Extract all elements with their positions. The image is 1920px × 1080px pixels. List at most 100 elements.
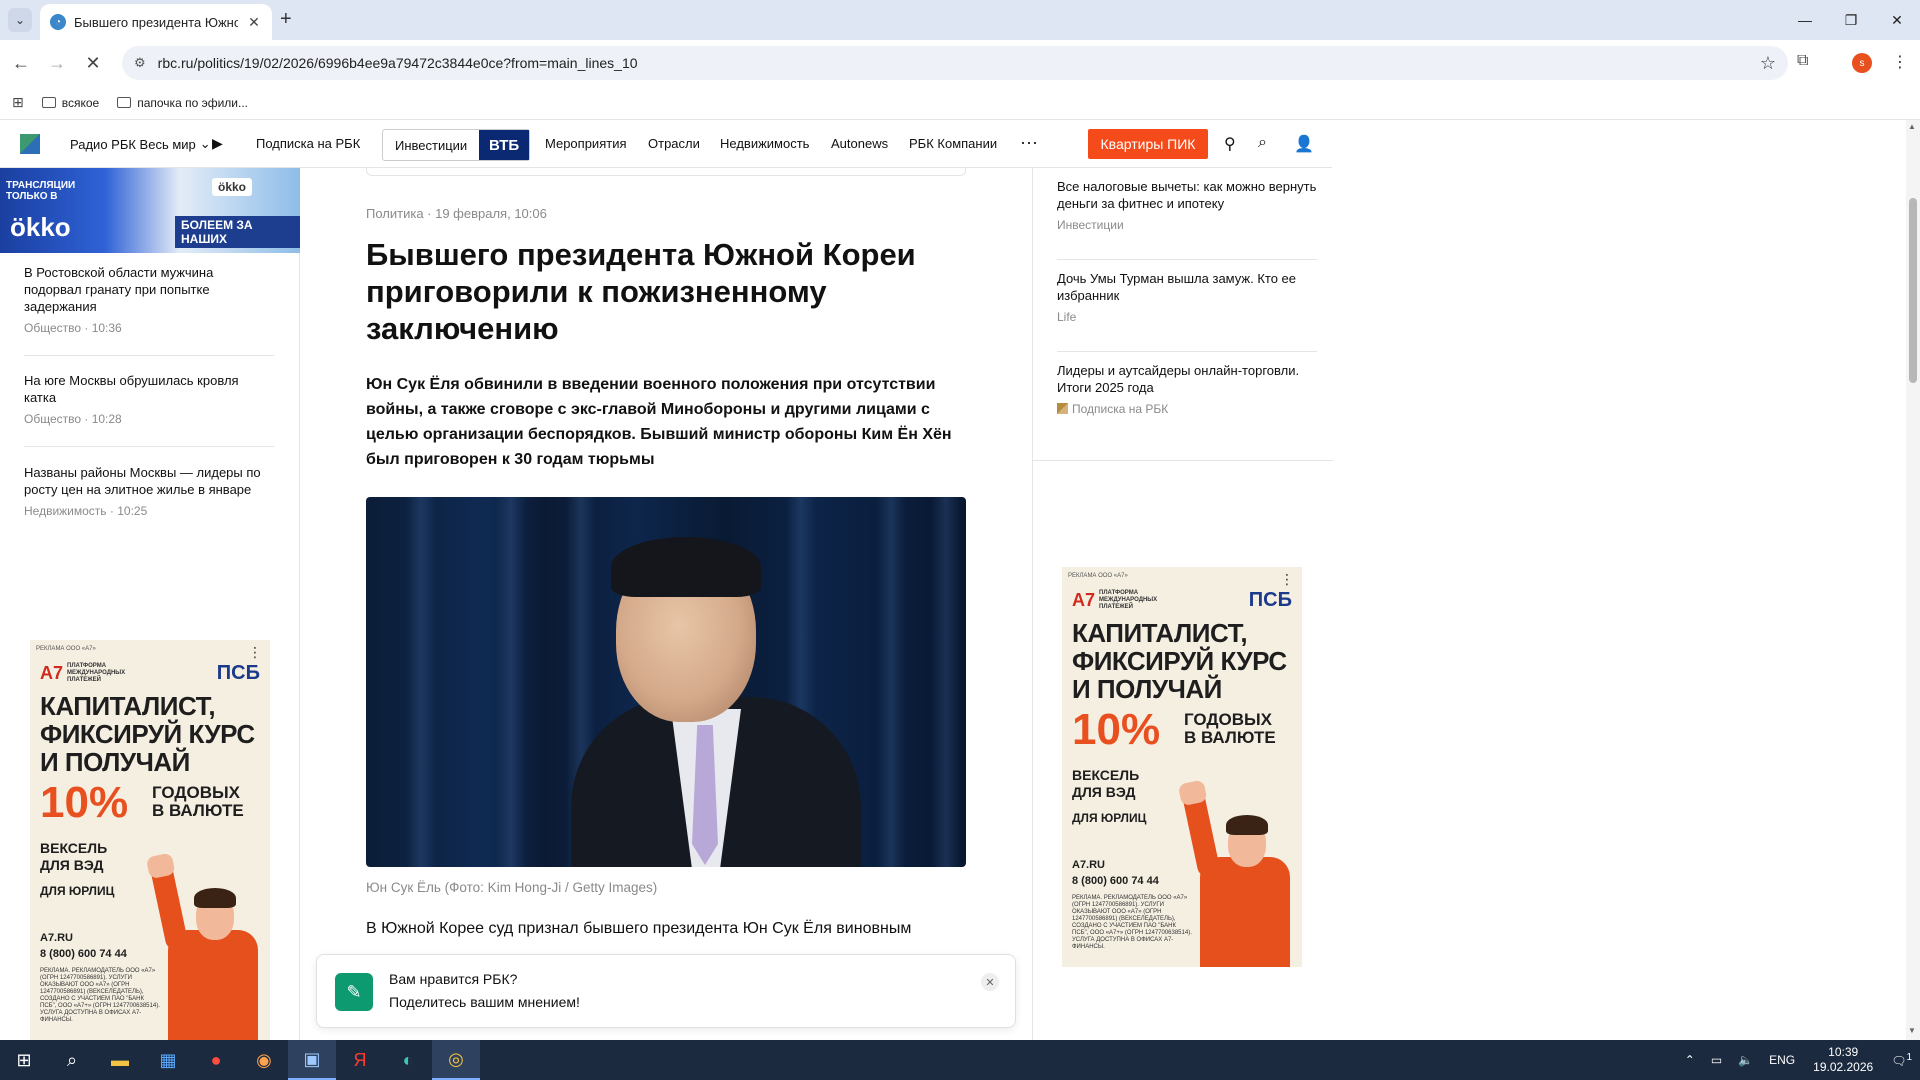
back-button[interactable]: ← bbox=[10, 52, 32, 74]
windows-taskbar: ⊞ ⌕ ▬ ▦ ● ◉ ▣ Я ◐ ◎ ⌃ ▭ 🔈 ENG 10:39 19.0… bbox=[0, 1040, 1920, 1080]
web-page: Радио РБК Весь мир ⌄ ▶ Подписка на РБК И… bbox=[0, 120, 1906, 1040]
more-icon[interactable]: ··· bbox=[1020, 132, 1038, 153]
system-tray: ⌃ ▭ 🔈 ENG 10:39 19.02.2026 🗨1 bbox=[1677, 1040, 1920, 1080]
nav-link-realty[interactable]: Недвижимость bbox=[720, 136, 809, 151]
news-item[interactable]: Все налоговые вычеты: как можно вернуть … bbox=[1057, 178, 1317, 232]
network-icon[interactable]: ▭ bbox=[1703, 1053, 1730, 1067]
url-text[interactable]: rbc.ru/politics/19/02/2026/6996b4ee9a794… bbox=[158, 55, 1760, 71]
okko-slogan: БОЛЕЕМ ЗА НАШИХ bbox=[175, 216, 300, 248]
stop-loading-button[interactable]: ✕ bbox=[82, 52, 104, 74]
yandex-browser-icon[interactable]: ● bbox=[192, 1040, 240, 1080]
ad-illustration bbox=[1177, 779, 1300, 967]
divider bbox=[1057, 351, 1317, 352]
ad-percent-tail: ГОДОВЫХ В ВАЛЮТЕ bbox=[152, 783, 244, 820]
site-header: Радио РБК Весь мир ⌄ ▶ Подписка на РБК И… bbox=[0, 120, 1332, 168]
app-icon-orange[interactable]: ◉ bbox=[240, 1040, 288, 1080]
divider bbox=[1057, 259, 1317, 260]
forward-button[interactable]: → bbox=[46, 52, 68, 74]
browser-tabbar: ⌄ ◔ Бывшего президента Южной ✕ + — ❐ ✕ bbox=[0, 0, 1920, 40]
ad-menu-icon[interactable]: ⋮ bbox=[248, 644, 262, 661]
ad-logos: А7 ПЛАТФОРМА МЕЖДУНАРОДНЫХ ПЛАТЕЖЕЙ ПСБ bbox=[1072, 589, 1292, 612]
language-indicator[interactable]: ENG bbox=[1761, 1053, 1803, 1067]
minimize-button[interactable]: — bbox=[1782, 0, 1828, 40]
browser-tab-active[interactable]: ◔ Бывшего президента Южной ✕ bbox=[40, 4, 272, 40]
address-bar[interactable]: ⚙ rbc.ru/politics/19/02/2026/6996b4ee9a7… bbox=[122, 46, 1788, 80]
volume-icon[interactable]: 🔈 bbox=[1730, 1053, 1761, 1067]
article-lead: Юн Сук Ёля обвинили в введении военного … bbox=[366, 376, 952, 468]
new-tab-button[interactable]: + bbox=[280, 9, 292, 29]
chrome-icon[interactable]: ◎ bbox=[432, 1040, 480, 1080]
file-explorer-icon[interactable]: ▬ bbox=[96, 1040, 144, 1080]
close-tab-icon[interactable]: ✕ bbox=[246, 14, 262, 31]
advertisement-right[interactable]: РЕКЛАМА ООО «А7» ⋮ А7 ПЛАТФОРМА МЕЖДУНАРО… bbox=[1062, 567, 1302, 967]
rbc-logo-icon[interactable] bbox=[20, 134, 40, 154]
browser-menu-icon[interactable]: ⋮ bbox=[1892, 52, 1908, 72]
ad-site: А7.RU bbox=[1072, 859, 1106, 871]
news-meta: Общество · 10:36 bbox=[24, 321, 122, 335]
nav-link-autonews[interactable]: Autonews bbox=[831, 136, 888, 151]
search-icon[interactable]: ⌕ bbox=[1258, 134, 1267, 152]
tab-title: Бывшего президента Южной bbox=[74, 14, 238, 30]
news-item[interactable]: В Ростовской области мужчина подорвал гр… bbox=[24, 264, 274, 335]
feedback-popup[interactable]: ✎ Вам нравится РБК? Поделитесь вашим мне… bbox=[316, 954, 1016, 1028]
site-info-icon[interactable]: ⚙ bbox=[134, 55, 146, 71]
radio-dropdown[interactable]: Радио РБК Весь мир ⌄ bbox=[70, 136, 211, 152]
pik-button[interactable]: Квартиры ПИК bbox=[1088, 129, 1208, 159]
tab-search-button[interactable]: ⌄ bbox=[8, 8, 32, 32]
extensions-icon[interactable]: ⧉ bbox=[1797, 52, 1808, 70]
start-windows-icon[interactable]: ⊞ bbox=[0, 1040, 48, 1080]
search-icon[interactable]: ⌕ bbox=[48, 1040, 96, 1080]
close-window-button[interactable]: ✕ bbox=[1874, 0, 1920, 40]
chevron-up-icon[interactable]: ⌃ bbox=[1677, 1053, 1703, 1067]
rbc-subscription-icon bbox=[1057, 403, 1068, 414]
scrollbar-thumb[interactable] bbox=[1909, 198, 1917, 383]
news-title: Лидеры и аутсайдеры онлайн-торговли. Ито… bbox=[1057, 363, 1300, 395]
advertisement-left[interactable]: РЕКЛАМА ООО «А7» ⋮ А7 ПЛАТФОРМА МЕЖДУНАРО… bbox=[30, 640, 270, 1040]
play-icon[interactable]: ▶ bbox=[212, 135, 223, 152]
ad-phone: 8 (800) 600 74 44 bbox=[40, 948, 127, 960]
photo-caption: Юн Сук Ёль (Фото: Kim Hong-Ji / Getty Im… bbox=[366, 880, 658, 895]
scroll-up-icon[interactable]: ▲ bbox=[1908, 122, 1916, 131]
okko-logo: ökko bbox=[10, 212, 71, 242]
location-pin-icon[interactable]: ⚲ bbox=[1224, 134, 1236, 154]
news-title: На юге Москвы обрушилась кровля катка bbox=[24, 373, 239, 405]
clock-date: 19.02.2026 bbox=[1813, 1060, 1874, 1074]
clock[interactable]: 10:39 19.02.2026 bbox=[1803, 1045, 1883, 1075]
investments-vtb-link[interactable]: Инвестиции ВТБ bbox=[382, 129, 530, 161]
ad-legal: РЕКЛАМА. РЕКЛАМОДАТЕЛЬ ООО «А7» (ОГРН 12… bbox=[1072, 895, 1192, 950]
okko-banner[interactable]: ТРАНСЛЯЦИИ ТОЛЬКО В ökko ökko БОЛЕЕМ ЗА … bbox=[0, 168, 300, 253]
chat-icon: ✎ bbox=[335, 973, 373, 1011]
apps-grid-icon[interactable]: ⊞ bbox=[12, 94, 24, 111]
restore-button[interactable]: ❐ bbox=[1828, 0, 1874, 40]
news-item[interactable]: Дочь Умы Турман вышла замуж. Кто ее избр… bbox=[1057, 270, 1317, 324]
app-icon-active[interactable]: ▣ bbox=[288, 1040, 336, 1080]
notifications-icon[interactable]: 🗨1 bbox=[1883, 1052, 1920, 1068]
nav-link-events[interactable]: Мероприятия bbox=[545, 136, 627, 151]
profile-avatar[interactable]: s bbox=[1852, 53, 1872, 73]
chevron-down-icon: ⌄ bbox=[199, 136, 211, 151]
a7-logo: А7 ПЛАТФОРМА МЕЖДУНАРОДНЫХ ПЛАТЕЖЕЙ bbox=[40, 662, 126, 684]
news-item[interactable]: На юге Москвы обрушилась кровля катка Об… bbox=[24, 372, 274, 426]
ad-tiny-label: РЕКЛАМА ООО «А7» bbox=[36, 646, 96, 652]
nav-link-subscription[interactable]: Подписка на РБК bbox=[256, 136, 360, 151]
scroll-down-icon[interactable]: ▼ bbox=[1908, 1026, 1916, 1035]
nav-link-industries[interactable]: Отрасли bbox=[648, 136, 700, 151]
article-photo[interactable] bbox=[366, 497, 966, 867]
okko-top-text: ТРАНСЛЯЦИИ ТОЛЬКО В bbox=[6, 180, 76, 202]
article-meta: Политика · 19 февраля, 10:06 bbox=[366, 206, 547, 221]
user-icon[interactable]: 👤 bbox=[1294, 134, 1314, 154]
browser-toolbar: ← → ✕ ⚙ rbc.ru/politics/19/02/2026/6996b… bbox=[0, 40, 1920, 86]
calculator-icon[interactable]: ▦ bbox=[144, 1040, 192, 1080]
news-item[interactable]: Названы районы Москвы — лидеры по росту … bbox=[24, 464, 274, 518]
page-scrollbar[interactable]: ▲ ▼ bbox=[1906, 120, 1920, 1040]
bookmark-folder[interactable]: всякое bbox=[41, 96, 99, 110]
edge-icon[interactable]: ◐ bbox=[384, 1040, 432, 1080]
bookmark-folder[interactable]: папочка по эфили... bbox=[117, 96, 248, 110]
yandex-icon[interactable]: Я bbox=[336, 1040, 384, 1080]
news-item[interactable]: Лидеры и аутсайдеры онлайн-торговли. Ито… bbox=[1057, 362, 1317, 416]
bookmark-star-icon[interactable]: ☆ bbox=[1760, 53, 1776, 74]
close-icon[interactable]: ✕ bbox=[981, 973, 999, 991]
folder-icon bbox=[117, 97, 132, 108]
nav-link-companies[interactable]: РБК Компании bbox=[909, 136, 997, 151]
ad-menu-icon[interactable]: ⋮ bbox=[1280, 571, 1294, 588]
